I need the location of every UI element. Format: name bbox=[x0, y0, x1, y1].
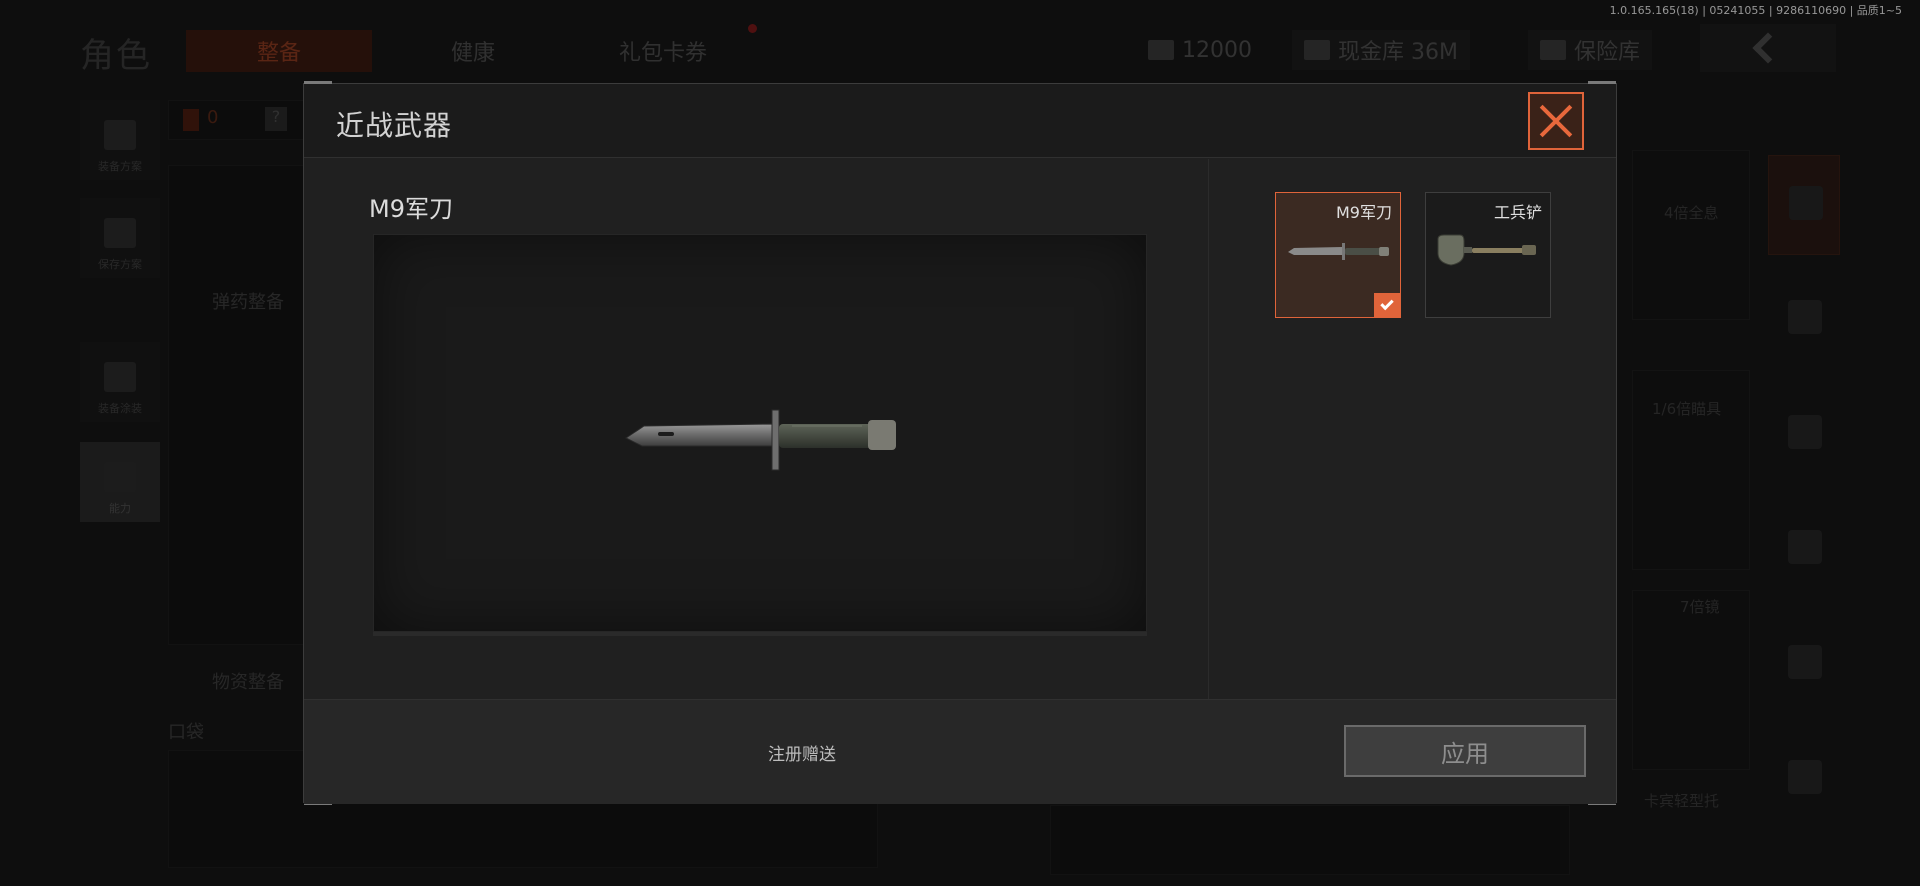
entrenching-shovel-icon bbox=[1436, 233, 1540, 271]
selected-item-name: M9军刀 bbox=[369, 195, 453, 223]
selected-check-icon bbox=[1374, 293, 1400, 317]
item-source-text: 注册赠送 bbox=[768, 745, 836, 765]
dialog-title: 近战武器 bbox=[336, 109, 453, 142]
preview-underline bbox=[373, 632, 1147, 636]
close-button[interactable] bbox=[1528, 92, 1584, 150]
apply-button[interactable]: 应用 bbox=[1344, 725, 1586, 777]
item-preview-pane: M9军刀 bbox=[304, 159, 1208, 699]
close-icon bbox=[1539, 104, 1573, 138]
pane-divider bbox=[1208, 159, 1209, 699]
melee-weapon-dialog: 近战武器 M9军刀 M9军刀 工兵铲 注册赠送 应用 bbox=[303, 81, 1617, 805]
weapon-card-shovel[interactable]: 工兵铲 bbox=[1425, 192, 1551, 318]
bayonet-knife-icon bbox=[622, 402, 898, 476]
dialog-header: 近战武器 bbox=[304, 84, 1616, 158]
weapon-card-name: 工兵铲 bbox=[1493, 203, 1542, 222]
bayonet-knife-icon bbox=[1286, 241, 1390, 265]
weapon-card-name: M9军刀 bbox=[1336, 203, 1392, 222]
dialog-footer: 注册赠送 应用 bbox=[304, 699, 1616, 804]
weapon-card-m9-knife[interactable]: M9军刀 bbox=[1275, 192, 1401, 318]
